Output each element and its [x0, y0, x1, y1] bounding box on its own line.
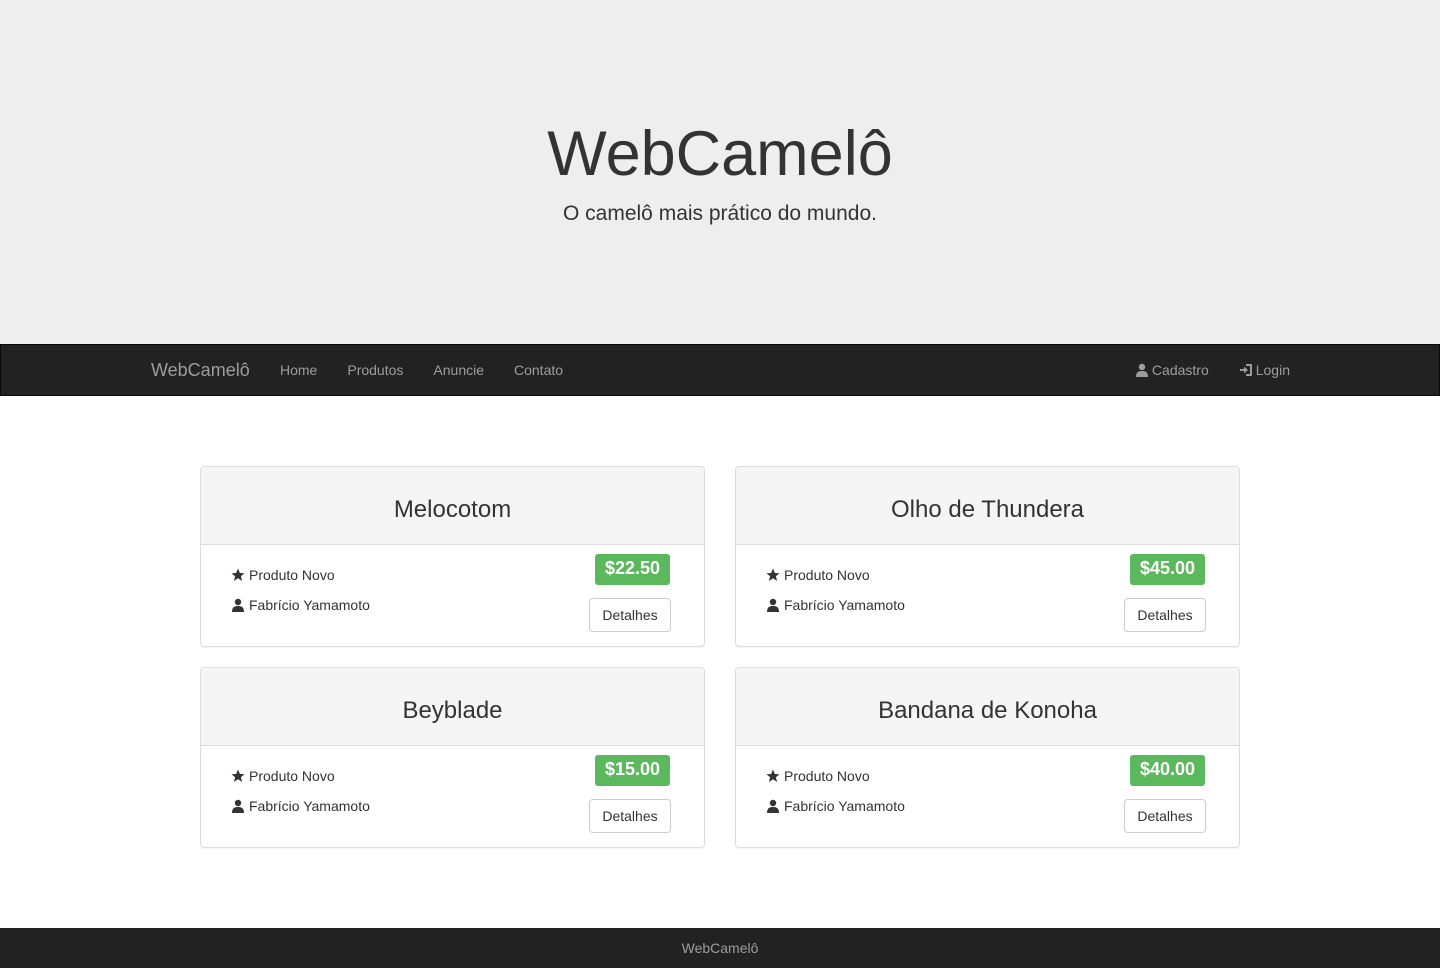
product-seller-label: Fabrício Yamamoto: [249, 798, 370, 814]
navbar-brand[interactable]: WebCamelô: [151, 345, 250, 395]
product-card: Melocotom Produto Novo Fabrício Yamamoto…: [200, 466, 705, 647]
details-button[interactable]: Detalhes: [1124, 799, 1206, 833]
navbar: WebCamelô Home Produtos Anuncie Contato …: [0, 344, 1440, 396]
user-icon: [1135, 363, 1148, 377]
price-badge: $15.00: [594, 755, 670, 786]
navbar-account: Cadastro Login: [1120, 345, 1305, 395]
product-seller-label: Fabrício Yamamoto: [784, 798, 905, 814]
nav-login-label: Login: [1255, 362, 1290, 378]
product-condition: Produto Novo: [766, 567, 870, 583]
hero-subtitle: O camelô mais prático do mundo.: [563, 202, 877, 225]
details-button[interactable]: Detalhes: [1124, 598, 1206, 632]
product-condition-label: Produto Novo: [249, 567, 335, 583]
nav-cadastro-label: Cadastro: [1151, 362, 1209, 378]
user-icon: [767, 799, 779, 813]
product-card: Beyblade Produto Novo Fabrício Yamamoto …: [200, 667, 705, 848]
hero-title: WebCamelô: [547, 119, 893, 189]
product-name: Beyblade: [201, 668, 704, 746]
product-seller: Fabrício Yamamoto: [231, 597, 370, 613]
nav-link-home[interactable]: Home: [265, 345, 332, 395]
nav-link-contato[interactable]: Contato: [499, 345, 578, 395]
price-badge: $45.00: [1129, 554, 1205, 585]
price-badge: $40.00: [1129, 755, 1205, 786]
product-condition-label: Produto Novo: [249, 768, 335, 784]
star-icon: [766, 769, 780, 782]
product-condition: Produto Novo: [766, 768, 870, 784]
nav-link-produtos[interactable]: Produtos: [332, 345, 418, 395]
product-seller-label: Fabrício Yamamoto: [784, 597, 905, 613]
product-seller: Fabrício Yamamoto: [766, 597, 905, 613]
details-button[interactable]: Detalhes: [589, 799, 671, 833]
user-icon: [232, 799, 244, 813]
details-button[interactable]: Detalhes: [589, 598, 671, 632]
product-condition: Produto Novo: [231, 567, 335, 583]
product-condition: Produto Novo: [231, 768, 335, 784]
product-condition-label: Produto Novo: [784, 567, 870, 583]
nav-link-cadastro[interactable]: Cadastro: [1120, 345, 1224, 395]
login-icon: [1239, 364, 1252, 376]
product-card: Olho de Thundera Produto Novo Fabrício Y…: [735, 466, 1240, 647]
product-seller: Fabrício Yamamoto: [231, 798, 370, 814]
product-seller-label: Fabrício Yamamoto: [249, 597, 370, 613]
nav-link-anuncie[interactable]: Anuncie: [418, 345, 499, 395]
product-name: Olho de Thundera: [736, 467, 1239, 545]
nav-link-login[interactable]: Login: [1224, 345, 1305, 395]
footer-text: WebCamelô: [681, 940, 759, 956]
product-name: Melocotom: [201, 467, 704, 545]
star-icon: [766, 568, 780, 581]
price-badge: $22.50: [594, 554, 670, 585]
product-card: Bandana de Konoha Produto Novo Fabrício …: [735, 667, 1240, 848]
user-icon: [767, 598, 779, 612]
hero: WebCamelô O camelô mais prático do mundo…: [0, 0, 1440, 344]
navbar-links: Home Produtos Anuncie Contato: [265, 345, 578, 395]
product-condition-label: Produto Novo: [784, 768, 870, 784]
product-seller: Fabrício Yamamoto: [766, 798, 905, 814]
footer: WebCamelô: [0, 928, 1440, 968]
star-icon: [231, 568, 245, 581]
product-name: Bandana de Konoha: [736, 668, 1239, 746]
star-icon: [231, 769, 245, 782]
user-icon: [232, 598, 244, 612]
